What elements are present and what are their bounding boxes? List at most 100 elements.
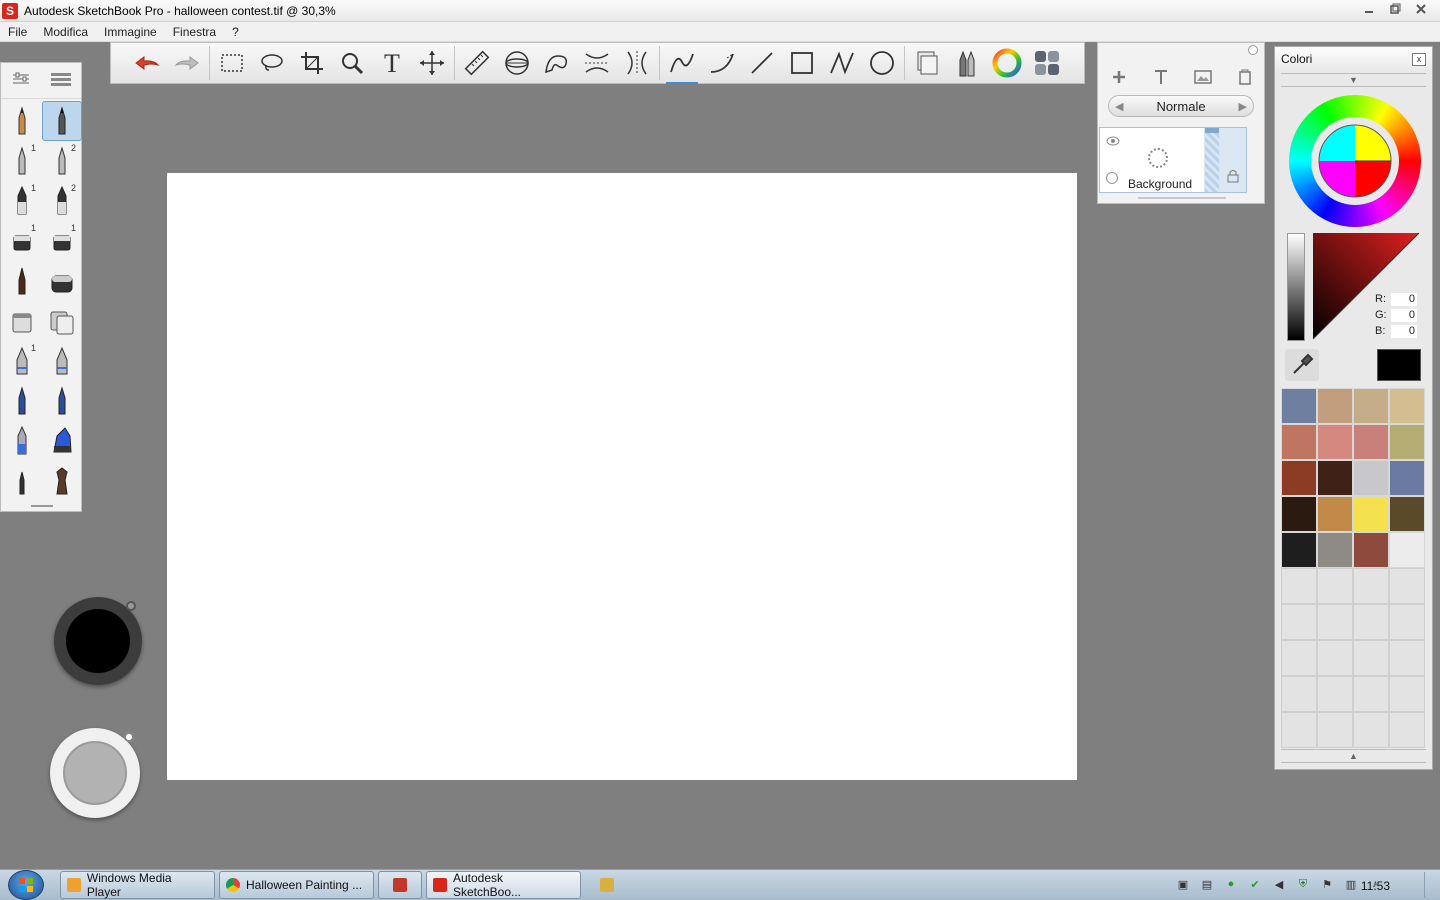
brush-paint-bucket-button[interactable] — [2, 301, 42, 341]
brush-properties-icon[interactable] — [11, 71, 31, 90]
blend-next-icon[interactable]: ▶ — [1239, 100, 1247, 113]
collapse-arrow-down-icon[interactable]: ▼ — [1281, 73, 1426, 87]
brush-palette-grip[interactable] — [31, 505, 53, 507]
swatches-toggle-button[interactable] — [1027, 43, 1067, 83]
color-swatch[interactable] — [1353, 496, 1389, 532]
empty-swatch-slot[interactable] — [1389, 604, 1425, 640]
undo-button[interactable] — [127, 43, 167, 83]
color-swatch[interactable] — [1353, 532, 1389, 568]
brush-marker-button[interactable]: 1 — [2, 181, 42, 221]
redo-button[interactable] — [167, 43, 207, 83]
lasso-button[interactable] — [252, 43, 292, 83]
rgb-b-value[interactable]: 0 — [1391, 325, 1417, 338]
layer-select-radio[interactable] — [1106, 172, 1118, 184]
brush-pencil-button[interactable] — [42, 101, 82, 141]
empty-swatch-slot[interactable] — [1353, 676, 1389, 712]
empty-swatch-slot[interactable] — [1317, 604, 1353, 640]
current-color-swatch[interactable] — [1377, 349, 1421, 381]
layer-row-background[interactable]: Background — [1099, 127, 1247, 193]
empty-swatch-slot[interactable] — [1281, 676, 1317, 712]
brush-chisel-button[interactable] — [2, 421, 42, 461]
empty-swatch-slot[interactable] — [1389, 712, 1425, 748]
color-swatch[interactable] — [1281, 424, 1317, 460]
empty-swatch-slot[interactable] — [1353, 568, 1389, 604]
color-swatch[interactable] — [1389, 424, 1425, 460]
brush-ballpoint-button[interactable]: 2 — [42, 141, 82, 181]
empty-swatch-slot[interactable] — [1317, 568, 1353, 604]
brush-marker-button[interactable]: 2 — [42, 181, 82, 221]
empty-swatch-slot[interactable] — [1389, 676, 1425, 712]
blend-prev-icon[interactable]: ◀ — [1115, 100, 1123, 113]
color-swatch[interactable] — [1317, 388, 1353, 424]
rgb-r-value[interactable]: 0 — [1391, 293, 1417, 306]
rgb-g-value[interactable]: 0 — [1391, 309, 1417, 322]
task-chrome-halloween[interactable]: Halloween Painting ... — [219, 871, 374, 899]
rectangle-button[interactable] — [782, 43, 822, 83]
color-swatch[interactable] — [1281, 496, 1317, 532]
empty-swatch-slot[interactable] — [1317, 712, 1353, 748]
close-button[interactable] — [1408, 0, 1434, 18]
ellipse-guide-button[interactable] — [497, 43, 537, 83]
color-swatch[interactable] — [1281, 532, 1317, 568]
delete-layer-button[interactable] — [1233, 65, 1257, 89]
empty-swatch-slot[interactable] — [1317, 676, 1353, 712]
color-wheel-toggle-button[interactable] — [987, 43, 1027, 83]
color-swatch[interactable] — [1317, 424, 1353, 460]
empty-swatch-slot[interactable] — [1389, 568, 1425, 604]
color-swatch[interactable] — [1389, 532, 1425, 568]
start-button[interactable] — [8, 870, 44, 900]
curve-line-button[interactable] — [702, 43, 742, 83]
empty-swatch-slot[interactable] — [1281, 712, 1317, 748]
brush-pen-button[interactable] — [2, 381, 42, 421]
blend-mode-selector[interactable]: ◀ Normale ▶ — [1108, 95, 1254, 117]
brush-soft-eraser-button[interactable] — [42, 261, 82, 301]
eyedropper-button[interactable] — [1285, 349, 1319, 381]
symmetry-y-button[interactable] — [617, 43, 657, 83]
add-text-layer-button[interactable] — [1149, 65, 1173, 89]
menu-finestra[interactable]: Finestra — [165, 25, 224, 39]
color-swatch[interactable] — [1389, 496, 1425, 532]
zoom-button[interactable] — [332, 43, 372, 83]
color-swatch[interactable] — [1281, 460, 1317, 496]
empty-swatch-slot[interactable] — [1353, 604, 1389, 640]
minimize-button[interactable] — [1356, 0, 1382, 18]
color-swatch[interactable] — [1317, 532, 1353, 568]
empty-swatch-slot[interactable] — [1281, 640, 1317, 676]
menu-file[interactable]: File — [0, 25, 35, 39]
brush-ballpoint-button[interactable]: 1 — [2, 141, 42, 181]
grayscale-strip[interactable] — [1287, 233, 1305, 341]
brush-size-puck[interactable] — [50, 728, 140, 818]
layers-toggle-button[interactable] — [907, 43, 947, 83]
brush-size-puck-handle[interactable] — [124, 732, 134, 742]
french-curve-button[interactable] — [537, 43, 577, 83]
task-explorer[interactable] — [585, 871, 629, 899]
empty-swatch-slot[interactable] — [1317, 640, 1353, 676]
drawing-canvas[interactable] — [167, 173, 1077, 780]
brush-paintbrush-button[interactable] — [2, 461, 42, 501]
color-puck[interactable] — [54, 597, 142, 685]
task-windows-media-player[interactable]: Windows Media Player — [60, 871, 215, 899]
brush-eraser-button[interactable]: 1 — [2, 221, 42, 261]
empty-swatch-slot[interactable] — [1281, 568, 1317, 604]
brush-smudge-button[interactable] — [42, 461, 82, 501]
empty-swatch-slot[interactable] — [1281, 604, 1317, 640]
move-button[interactable] — [412, 43, 452, 83]
collapse-arrow-up-icon[interactable]: ▲ — [1281, 749, 1426, 763]
shield-icon[interactable]: ⛨ — [1294, 876, 1312, 892]
crop-button[interactable] — [292, 43, 332, 83]
flag-icon[interactable]: ⚑ — [1318, 876, 1336, 892]
check-icon[interactable]: ✔ — [1246, 876, 1264, 892]
eye-icon[interactable] — [1106, 134, 1120, 149]
add-layer-button[interactable] — [1107, 65, 1131, 89]
layer-opacity-slider[interactable] — [1205, 128, 1219, 192]
color-swatch[interactable] — [1353, 388, 1389, 424]
empty-swatch-slot[interactable] — [1353, 640, 1389, 676]
ruler-button[interactable] — [457, 43, 497, 83]
color-swatch[interactable] — [1389, 388, 1425, 424]
layer-panel-grip[interactable] — [1138, 197, 1226, 199]
text-button[interactable]: T — [372, 43, 412, 83]
color-swatch[interactable] — [1317, 460, 1353, 496]
empty-swatch-slot[interactable] — [1389, 640, 1425, 676]
layer-panel-close-button[interactable] — [1248, 45, 1258, 55]
color-puck-handle[interactable] — [126, 601, 136, 611]
